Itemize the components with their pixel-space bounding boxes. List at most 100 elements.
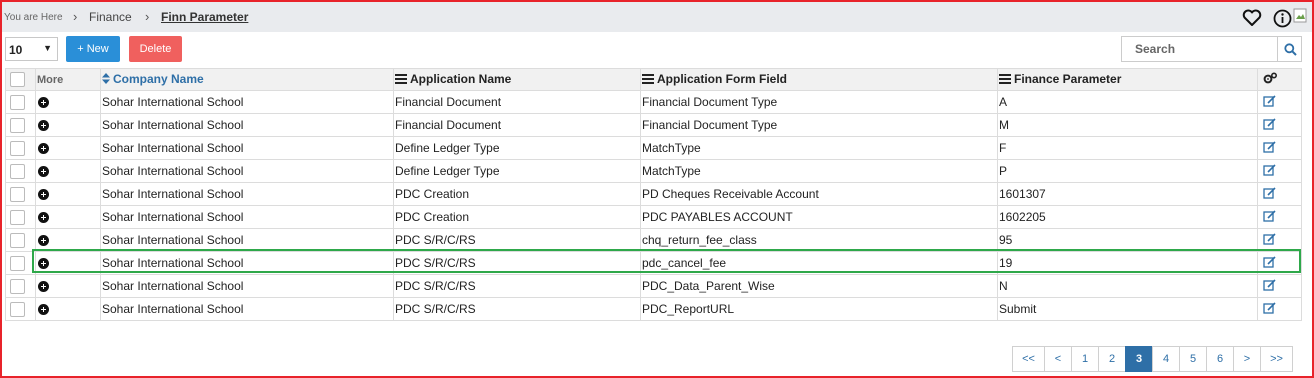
table-row[interactable]: Sohar International School PDC Creation PD…: [5, 182, 1302, 206]
pagination-next[interactable]: >: [1233, 346, 1261, 372]
cell-form-field: pdc_cancel_fee: [640, 251, 998, 275]
row-edit-cell: [1257, 182, 1302, 206]
column-header-application[interactable]: Application Name: [393, 68, 641, 91]
plus-circle-icon[interactable]: [38, 212, 49, 224]
edit-icon[interactable]: [1259, 278, 1276, 294]
pagination-last[interactable]: >>: [1260, 346, 1293, 372]
row-checkbox[interactable]: [10, 209, 25, 225]
edit-icon[interactable]: [1259, 255, 1276, 271]
select-all-cell: [5, 68, 36, 91]
row-expand-cell: [35, 182, 101, 206]
row-edit-cell: [1257, 297, 1302, 321]
info-icon[interactable]: [1273, 9, 1292, 31]
delete-button[interactable]: Delete: [129, 36, 182, 62]
edit-icon[interactable]: [1259, 163, 1276, 179]
row-checkbox[interactable]: [10, 140, 25, 156]
row-edit-cell: [1257, 251, 1302, 275]
plus-circle-icon[interactable]: [38, 281, 49, 293]
row-edit-cell: [1257, 90, 1302, 114]
cell-parameter: N: [997, 274, 1258, 298]
row-edit-cell: [1257, 159, 1302, 183]
row-select-cell: [5, 297, 36, 321]
cell-company: Sohar International School: [100, 182, 394, 206]
cell-application: Define Ledger Type: [393, 159, 641, 183]
pagination-page[interactable]: 6: [1206, 346, 1234, 372]
cell-application: PDC S/R/C/RS: [393, 228, 641, 252]
row-select-cell: [5, 136, 36, 160]
table-row[interactable]: Sohar International School PDC S/R/C/RS ch…: [5, 228, 1302, 252]
cell-company: Sohar International School: [100, 228, 394, 252]
row-checkbox[interactable]: [10, 301, 25, 317]
plus-circle-icon[interactable]: [38, 166, 49, 178]
row-checkbox[interactable]: [10, 117, 25, 133]
row-checkbox[interactable]: [10, 278, 25, 294]
pagination-page[interactable]: 5: [1179, 346, 1207, 372]
table-row[interactable]: Sohar International School Financial Docu…: [5, 90, 1302, 114]
list-icon: [395, 73, 407, 87]
edit-icon[interactable]: [1259, 94, 1276, 110]
cell-company: Sohar International School: [100, 90, 394, 114]
table-row[interactable]: Sohar International School Define Ledger …: [5, 159, 1302, 183]
cell-parameter: 1602205: [997, 205, 1258, 229]
breadcrumb-item-current[interactable]: Finn Parameter: [161, 10, 248, 24]
row-checkbox[interactable]: [10, 94, 25, 110]
pagination-page[interactable]: 4: [1152, 346, 1180, 372]
edit-icon[interactable]: [1259, 301, 1276, 317]
row-checkbox[interactable]: [10, 232, 25, 248]
table-row[interactable]: Sohar International School Define Ledger …: [5, 136, 1302, 160]
column-header-parameter-label: Finance Parameter: [1014, 72, 1122, 86]
row-checkbox[interactable]: [10, 255, 25, 271]
edit-icon[interactable]: [1259, 117, 1276, 133]
plus-circle-icon[interactable]: [38, 143, 49, 155]
table-row[interactable]: Sohar International School PDC S/R/C/RS PD…: [5, 274, 1302, 298]
row-select-cell: [5, 90, 36, 114]
edit-icon[interactable]: [1259, 186, 1276, 202]
plus-circle-icon[interactable]: [38, 258, 49, 270]
pagination-page[interactable]: 1: [1071, 346, 1099, 372]
pagination-page-current[interactable]: 3: [1125, 346, 1153, 372]
plus-circle-icon[interactable]: [38, 97, 49, 109]
row-checkbox[interactable]: [10, 163, 25, 179]
row-expand-cell: [35, 274, 101, 298]
search-button[interactable]: [1278, 36, 1302, 62]
edit-icon[interactable]: [1259, 232, 1276, 248]
breadcrumb-item-finance[interactable]: Finance: [89, 10, 132, 24]
cell-parameter: M: [997, 113, 1258, 137]
plus-circle-icon[interactable]: [38, 304, 49, 316]
cell-parameter: F: [997, 136, 1258, 160]
row-expand-cell: [35, 136, 101, 160]
page-size-select[interactable]: 10 ▼: [5, 37, 58, 61]
row-expand-cell: [35, 228, 101, 252]
search-icon: [1284, 43, 1297, 56]
cell-form-field: chq_return_fee_class: [640, 228, 998, 252]
heart-icon[interactable]: [1242, 9, 1262, 30]
table-row[interactable]: Sohar International School Financial Docu…: [5, 113, 1302, 137]
select-all-checkbox[interactable]: [10, 72, 25, 88]
plus-circle-icon[interactable]: [38, 189, 49, 201]
cell-parameter: 95: [997, 228, 1258, 252]
column-header-company[interactable]: Company Name: [100, 68, 394, 91]
pagination-prev[interactable]: <: [1044, 346, 1072, 372]
column-header-parameter[interactable]: Finance Parameter: [997, 68, 1258, 91]
table-row[interactable]: Sohar International School PDC Creation PD…: [5, 205, 1302, 229]
column-header-settings[interactable]: [1257, 68, 1302, 91]
edit-icon[interactable]: [1259, 209, 1276, 225]
row-select-cell: [5, 182, 36, 206]
row-edit-cell: [1257, 228, 1302, 252]
pagination-page[interactable]: 2: [1098, 346, 1126, 372]
edit-icon[interactable]: [1259, 140, 1276, 156]
search-input[interactable]: Search: [1121, 36, 1278, 62]
breadcrumb-prefix: You are Here: [4, 12, 63, 23]
table-row[interactable]: Sohar International School PDC S/R/C/RS PD…: [5, 297, 1302, 321]
caret-down-icon: ▼: [43, 43, 52, 53]
plus-circle-icon[interactable]: [38, 235, 49, 247]
new-button[interactable]: + New: [66, 36, 120, 62]
plus-circle-icon[interactable]: [38, 120, 49, 132]
column-header-form-field[interactable]: Application Form Field: [640, 68, 998, 91]
column-header-application-label: Application Name: [410, 72, 512, 86]
row-checkbox[interactable]: [10, 186, 25, 202]
row-expand-cell: [35, 113, 101, 137]
cell-application: Financial Document: [393, 113, 641, 137]
pagination-first[interactable]: <<: [1012, 346, 1045, 372]
table-row[interactable]: Sohar International School PDC S/R/C/RS pd…: [5, 251, 1302, 275]
